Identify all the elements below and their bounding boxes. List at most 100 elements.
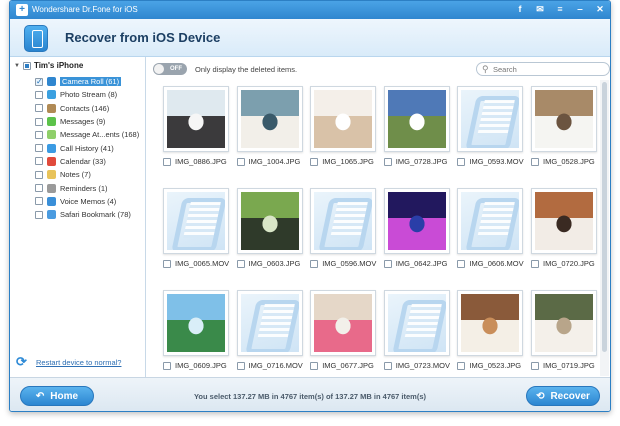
file-checkbox[interactable] <box>383 259 392 268</box>
thumbnail-frame[interactable] <box>383 86 450 152</box>
thumbnail-frame[interactable] <box>310 290 377 356</box>
restart-icon: ⟳ <box>16 354 27 369</box>
thumbnail-frame[interactable] <box>457 188 524 254</box>
file-checkbox[interactable] <box>457 361 466 370</box>
search-input[interactable] <box>493 64 603 74</box>
close-icon[interactable]: ✕ <box>594 3 606 16</box>
category-checkbox[interactable] <box>35 197 43 206</box>
thumbnail-frame[interactable] <box>236 188 303 254</box>
category-checkbox[interactable] <box>35 130 43 139</box>
thumbnail-frame[interactable] <box>163 290 229 356</box>
thumbnail-frame[interactable] <box>531 188 597 254</box>
restart-device-link[interactable]: ⟳ Restart device to normal? <box>16 355 121 369</box>
sidebar-item[interactable]: Message At...ents (168) <box>35 128 139 141</box>
file-tile[interactable]: IMG_0065.MOV <box>163 188 229 268</box>
category-checkbox[interactable] <box>35 117 43 126</box>
file-checkbox[interactable] <box>236 361 245 370</box>
file-checkbox[interactable] <box>531 157 539 166</box>
device-tree-root[interactable]: ▼ Tim's iPhone <box>14 61 83 70</box>
category-checkbox[interactable] <box>35 90 43 99</box>
category-checkbox[interactable] <box>35 144 43 153</box>
facebook-icon[interactable]: f <box>514 3 526 16</box>
file-caption: IMG_0642.JPG <box>383 259 450 268</box>
thumbnail-frame[interactable] <box>236 290 303 356</box>
file-checkbox[interactable] <box>236 259 245 268</box>
restart-label[interactable]: Restart device to normal? <box>36 358 121 367</box>
file-tile[interactable]: IMG_0596.MOV <box>310 188 376 268</box>
file-checkbox[interactable] <box>310 259 319 268</box>
file-tile[interactable]: IMG_1004.JPG <box>236 86 303 166</box>
category-checkbox[interactable] <box>35 184 43 193</box>
sidebar-item[interactable]: Messages (9) <box>35 115 139 128</box>
file-tile[interactable]: IMG_0603.JPG <box>236 188 303 268</box>
file-tile[interactable]: IMG_0728.JPG <box>383 86 450 166</box>
file-name: IMG_0596.MOV <box>322 259 377 268</box>
thumbnail-frame[interactable] <box>457 86 524 152</box>
file-tile[interactable]: IMG_0720.JPG <box>531 188 597 268</box>
file-tile[interactable]: IMG_0723.MOV <box>383 290 450 370</box>
thumbnail-frame[interactable] <box>383 290 450 356</box>
sidebar-item[interactable]: Safari Bookmark (78) <box>35 208 139 221</box>
recover-button[interactable]: ⟲ Recover <box>526 386 600 406</box>
sidebar-item[interactable]: Call History (41) <box>35 141 139 154</box>
file-checkbox[interactable] <box>163 259 171 268</box>
thumbnail-frame[interactable] <box>310 86 377 152</box>
category-checkbox[interactable] <box>35 104 43 113</box>
sidebar-item[interactable]: Camera Roll (61) <box>35 75 139 88</box>
thumbnail-frame[interactable] <box>310 188 377 254</box>
sidebar-item[interactable]: Calendar (33) <box>35 155 139 168</box>
file-checkbox[interactable] <box>531 361 539 370</box>
sidebar-item[interactable]: Photo Stream (8) <box>35 88 139 101</box>
file-tile[interactable]: IMG_0719.JPG <box>531 290 597 370</box>
grid-scrollbar[interactable] <box>600 80 609 376</box>
file-checkbox[interactable] <box>457 157 466 166</box>
sidebar-item[interactable]: Contacts (146) <box>35 102 139 115</box>
category-checkbox[interactable] <box>35 210 43 219</box>
file-tile[interactable]: IMG_0528.JPG <box>531 86 597 166</box>
feedback-icon[interactable]: ✉ <box>534 3 546 16</box>
file-tile[interactable]: IMG_0716.MOV <box>236 290 303 370</box>
file-tile[interactable]: IMG_0642.JPG <box>383 188 450 268</box>
file-checkbox[interactable] <box>310 157 319 166</box>
collapse-triangle-icon[interactable]: ▼ <box>14 63 20 69</box>
thumbnail-frame[interactable] <box>163 188 229 254</box>
file-tile[interactable]: IMG_0523.JPG <box>457 290 524 370</box>
search-box[interactable]: ⚲ <box>476 62 610 76</box>
device-checkbox[interactable] <box>22 61 31 70</box>
file-tile[interactable]: IMG_0609.JPG <box>163 290 229 370</box>
file-tile[interactable]: IMG_0593.MOV <box>457 86 524 166</box>
file-checkbox[interactable] <box>310 361 319 370</box>
photo-thumbnail <box>167 90 225 148</box>
file-checkbox[interactable] <box>383 157 392 166</box>
photo-thumbnail <box>240 90 299 148</box>
file-checkbox[interactable] <box>163 361 171 370</box>
file-checkbox[interactable] <box>383 361 392 370</box>
thumbnail-frame[interactable] <box>457 290 524 356</box>
file-tile[interactable]: IMG_1065.JPG <box>310 86 377 166</box>
category-checkbox[interactable] <box>35 170 43 179</box>
sidebar-item-label: Photo Stream (8) <box>60 90 118 100</box>
sidebar-item[interactable]: Notes (7) <box>35 168 139 181</box>
file-checkbox[interactable] <box>236 157 245 166</box>
thumbnail-frame[interactable] <box>163 86 229 152</box>
thumbnail-frame[interactable] <box>531 86 597 152</box>
file-checkbox[interactable] <box>457 259 466 268</box>
file-checkbox[interactable] <box>531 259 539 268</box>
menu-icon[interactable]: ≡ <box>554 3 566 16</box>
sidebar-item[interactable]: Voice Memos (4) <box>35 195 139 208</box>
file-checkbox[interactable] <box>163 157 171 166</box>
minimize-icon[interactable]: ‒ <box>574 3 586 16</box>
deleted-only-toggle[interactable]: OFF <box>153 63 187 75</box>
thumbnail-frame[interactable] <box>531 290 597 356</box>
category-icon <box>47 170 56 180</box>
file-tile[interactable]: IMG_0606.MOV <box>457 188 524 268</box>
category-checkbox[interactable] <box>35 77 43 86</box>
home-button[interactable]: ↶ Home <box>20 386 94 406</box>
category-checkbox[interactable] <box>35 157 43 166</box>
thumbnail-frame[interactable] <box>236 86 303 152</box>
thumbnail-frame[interactable] <box>383 188 450 254</box>
sidebar-item[interactable]: Reminders (1) <box>35 181 139 194</box>
file-tile[interactable]: IMG_0886.JPG <box>163 86 229 166</box>
scrollbar-thumb[interactable] <box>602 82 607 352</box>
file-tile[interactable]: IMG_0677.JPG <box>310 290 377 370</box>
